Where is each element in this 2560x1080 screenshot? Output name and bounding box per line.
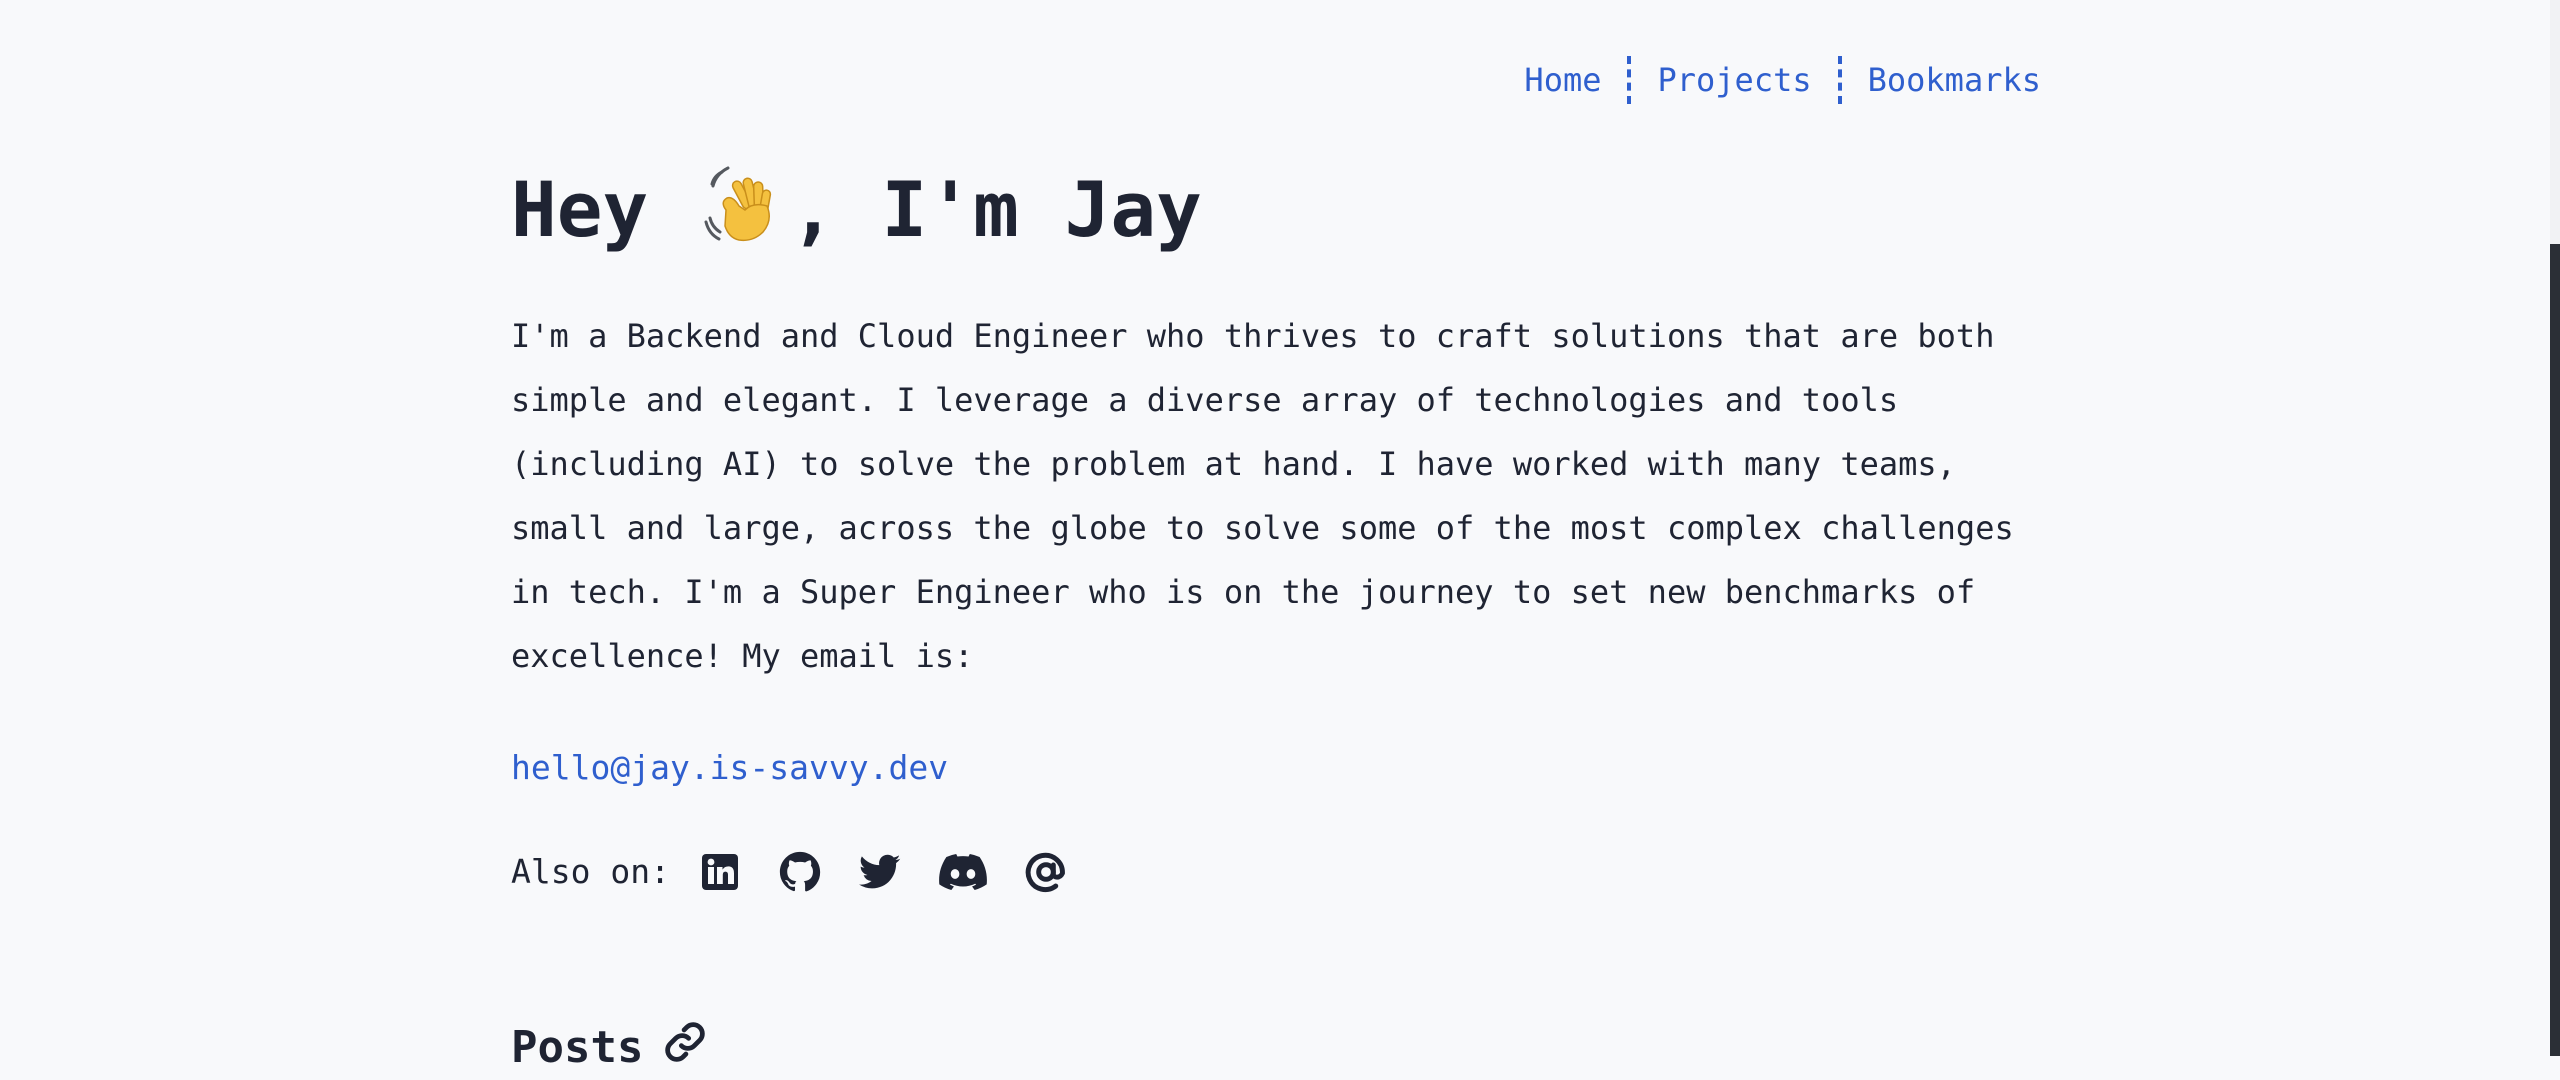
link-icon[interactable] (663, 1020, 707, 1080)
twitter-icon[interactable] (858, 850, 902, 894)
title-prefix: Hey (511, 165, 649, 254)
email-link[interactable]: hello@jay.is-savvy.dev (511, 738, 948, 798)
github-icon[interactable] (778, 850, 822, 894)
page-title: Hey , I'm Jay (511, 160, 1202, 260)
page-content: Home Projects Bookmarks Hey , I'm Jay I'… (511, 0, 2041, 1073)
vertical-scrollbar[interactable] (2550, 0, 2560, 1056)
at-sign-icon[interactable] (1024, 850, 1068, 894)
nav-divider (1627, 56, 1632, 104)
discord-icon[interactable] (938, 850, 988, 894)
nav-link-bookmarks[interactable]: Bookmarks (1868, 56, 2041, 104)
also-on-label: Also on: (511, 852, 670, 891)
social-links: Also on: (511, 842, 1104, 902)
nav-divider (1837, 56, 1842, 104)
nav-link-home[interactable]: Home (1524, 56, 1601, 104)
posts-heading-label: Posts (511, 1022, 644, 1073)
waving-hand-icon (704, 166, 776, 242)
nav-link-projects[interactable]: Projects (1657, 56, 1811, 104)
posts-heading: Posts (511, 1018, 707, 1080)
top-nav: Home Projects Bookmarks (1524, 56, 2041, 104)
title-suffix: , I'm Jay (790, 165, 1202, 254)
bio-paragraph: I'm a Backend and Cloud Engineer who thr… (511, 317, 2014, 675)
linkedin-icon[interactable] (698, 850, 742, 894)
scrollbar-thumb[interactable] (2550, 244, 2560, 1056)
